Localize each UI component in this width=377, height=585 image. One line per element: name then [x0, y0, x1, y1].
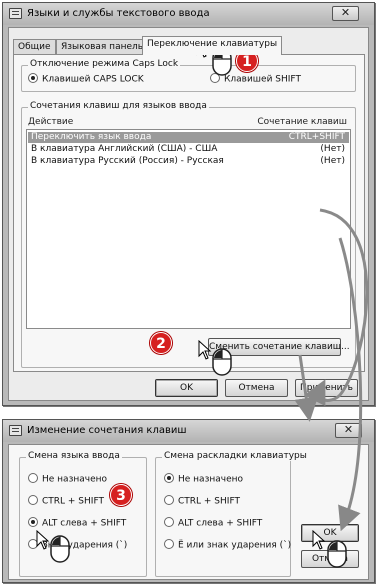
apply-button[interactable]: Применить [295, 379, 358, 397]
option-label: ALT слева + SHIFT [178, 518, 263, 529]
tab-keyboard-switching[interactable]: Переключение клавиатуры [142, 36, 283, 55]
window-title: Изменение сочетания клавиш [27, 425, 187, 436]
option-label: CTRL + SHIFT [178, 496, 240, 507]
column-action: Действие [28, 117, 74, 127]
hotkeys-group-label: Сочетания клавиш для языков ввода [28, 101, 209, 111]
lang-option-ctrl-shift[interactable]: CTRL + SHIFT [28, 495, 104, 507]
window-client-area: Общие Языковая панель Переключение клави… [8, 27, 369, 401]
radio-button[interactable] [164, 517, 174, 527]
input-language-group-label: Смена языка ввода [26, 451, 122, 461]
lang-option-alt-shift[interactable]: ALT слева + SHIFT [28, 517, 127, 529]
capslock-group-label: Отключение режима Caps Lock [28, 59, 181, 69]
arrow-cursor-icon [36, 530, 50, 550]
input-language-group: Смена языка ввода Не назначено CTRL + SH… [19, 451, 147, 577]
option-label: Ё или знак ударения (`) [178, 540, 292, 551]
mouse-icon [50, 535, 70, 563]
list-item[interactable]: Переключить язык ввода CTRL+SHIFT [28, 132, 349, 143]
row-action: В клавиатура Русский (Россия) - Русская [31, 156, 224, 166]
ok-button[interactable]: OK [155, 379, 218, 397]
option-label: CTRL + SHIFT [42, 496, 104, 507]
option-label: Не назначено [178, 474, 243, 485]
row-keys: (Нет) [320, 156, 345, 166]
tab-panel: Отключение режима Caps Lock Клавишей CAP… [13, 54, 365, 372]
lang-option-none[interactable]: Не назначено [28, 473, 107, 485]
close-button[interactable]: ✕ [335, 423, 362, 438]
keyboard-layout-group-label: Смена раскладки клавиатуры [162, 451, 309, 461]
column-keys: Сочетание клавиш [257, 117, 347, 127]
radio-button[interactable] [28, 517, 38, 527]
row-action: Переключить язык ввода [31, 132, 152, 142]
hotkeys-group: Сочетания клавиш для языков ввода Действ… [21, 101, 356, 368]
radio-capslock[interactable] [28, 73, 38, 83]
hotkeys-list[interactable]: Переключить язык ввода CTRL+SHIFT В клав… [26, 129, 351, 329]
layout-option-alt-shift[interactable]: ALT слева + SHIFT [164, 517, 263, 529]
radio-button[interactable] [164, 473, 174, 483]
window-app-icon [9, 8, 22, 19]
radio-button[interactable] [28, 495, 38, 505]
language-services-window: Языки и службы текстового ввода ✕ Общие … [2, 2, 375, 406]
row-keys: CTRL+SHIFT [288, 132, 345, 142]
arrow-cursor-icon [198, 340, 212, 360]
step-badge-3: 3 [110, 484, 132, 506]
capslock-option-label: Клавишей CAPS LOCK [42, 74, 144, 85]
step-badge-2: 2 [150, 332, 172, 354]
keyboard-layout-group: Смена раскладки клавиатуры Не назначено … [155, 451, 309, 577]
row-keys: (Нет) [320, 144, 345, 154]
layout-option-none[interactable]: Не назначено [164, 473, 243, 485]
capslock-group: Отключение режима Caps Lock Клавишей CAP… [21, 59, 356, 92]
window-title: Языки и службы текстового ввода [27, 8, 210, 19]
radio-button[interactable] [164, 495, 174, 505]
mouse-icon [327, 540, 347, 568]
row-action: В клавиатура Английский (США) - США [31, 144, 218, 154]
title-bar[interactable]: Языки и службы текстового ввода ✕ [3, 3, 374, 25]
radio-button[interactable] [164, 539, 174, 549]
option-label: ALT слева + SHIFT [42, 518, 127, 529]
window-app-icon [9, 425, 22, 436]
list-item[interactable]: В клавиатура Английский (США) - США (Нет… [28, 144, 349, 155]
tab-general[interactable]: Общие [13, 39, 56, 55]
layout-option-ctrl-shift[interactable]: CTRL + SHIFT [164, 495, 240, 507]
mouse-icon [212, 348, 232, 376]
close-button[interactable]: ✕ [332, 6, 359, 21]
arrow-cursor-icon [312, 530, 326, 550]
radio-button[interactable] [28, 473, 38, 483]
cancel-button[interactable]: Отмена [225, 379, 288, 397]
option-label: Не назначено [42, 474, 107, 485]
layout-option-accent[interactable]: Ё или знак ударения (`) [164, 539, 292, 551]
shift-option-label: Клавишей SHIFT [224, 74, 301, 85]
title-bar[interactable]: Изменение сочетания клавиш ✕ [3, 420, 374, 442]
capslock-option-capslock[interactable]: Клавишей CAPS LOCK [28, 73, 144, 85]
tab-language-bar[interactable]: Языковая панель [56, 39, 149, 55]
list-item[interactable]: В клавиатура Русский (Россия) - Русская … [28, 156, 349, 167]
